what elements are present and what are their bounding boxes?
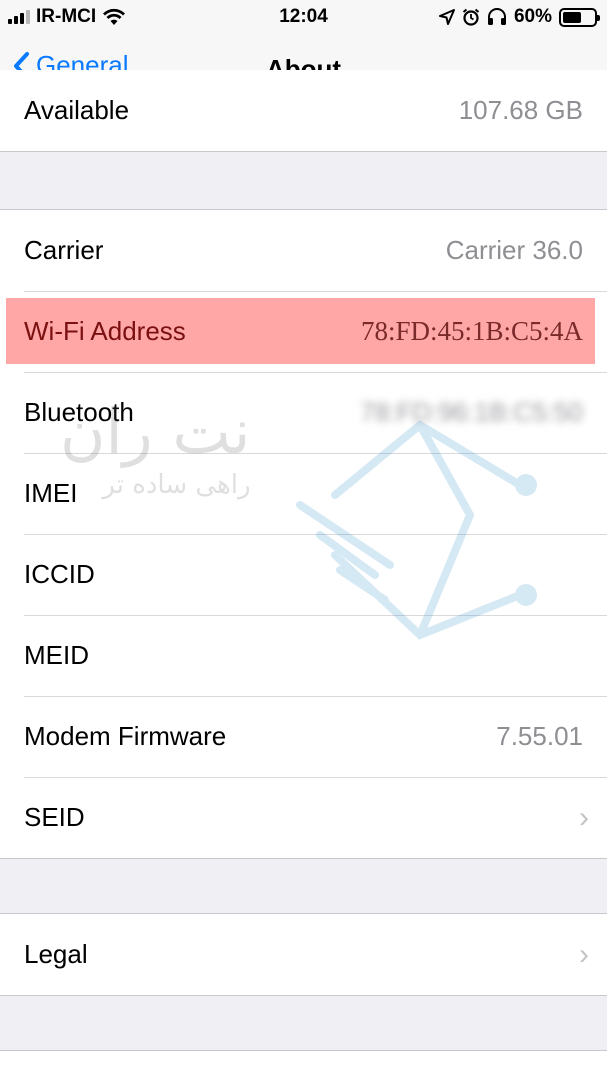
location-icon [438, 9, 455, 25]
battery-percent: 60% [513, 6, 552, 27]
list-item-modem-firmware: Modem Firmware 7.55.01 [0, 696, 607, 777]
highlighted-wifi-address: Wi-Fi Address 78:FD:45:1B:C5:4A [6, 298, 595, 364]
row-label: Bluetooth [24, 397, 134, 427]
battery-level [563, 11, 581, 23]
row-label: Legal [24, 939, 88, 969]
status-bar: IR-MCI 12:04 60% [0, 0, 607, 36]
list-item-seid[interactable]: SEID › [0, 777, 607, 858]
row-label: SEID [24, 802, 85, 832]
list-item-bluetooth: Bluetooth 78:FD:96:1B:C5:50 [0, 372, 607, 453]
row-value: 7.55.01 [496, 721, 583, 751]
row-label: Modem Firmware [24, 721, 227, 751]
list-item-carrier: Carrier Carrier 36.0 [0, 210, 607, 291]
list-item-imei: IMEI [0, 453, 607, 534]
chevron-right-icon: › [579, 937, 589, 971]
row-value: Carrier 36.0 [445, 235, 583, 265]
next-group [0, 1050, 607, 1080]
row-value: 78:FD:96:1B:C5:50 [360, 397, 583, 427]
row-label: Carrier [24, 235, 104, 265]
row-label: Wi-Fi Address [24, 315, 186, 346]
alarm-icon [462, 8, 480, 26]
list-item-meid: MEID [0, 615, 607, 696]
chevron-right-icon: › [579, 800, 589, 834]
list-item-iccid: ICCID [0, 534, 607, 615]
row-label: IMEI [24, 478, 78, 508]
legal-group: Legal › [0, 913, 607, 996]
battery-icon [559, 7, 600, 27]
row-label: ICCID [24, 559, 95, 589]
headphones-icon [487, 8, 506, 25]
row-value: 78:FD:45:1B:C5:4A [360, 315, 583, 346]
list-item-legal[interactable]: Legal › [0, 914, 607, 995]
row-label: MEID [24, 640, 89, 670]
